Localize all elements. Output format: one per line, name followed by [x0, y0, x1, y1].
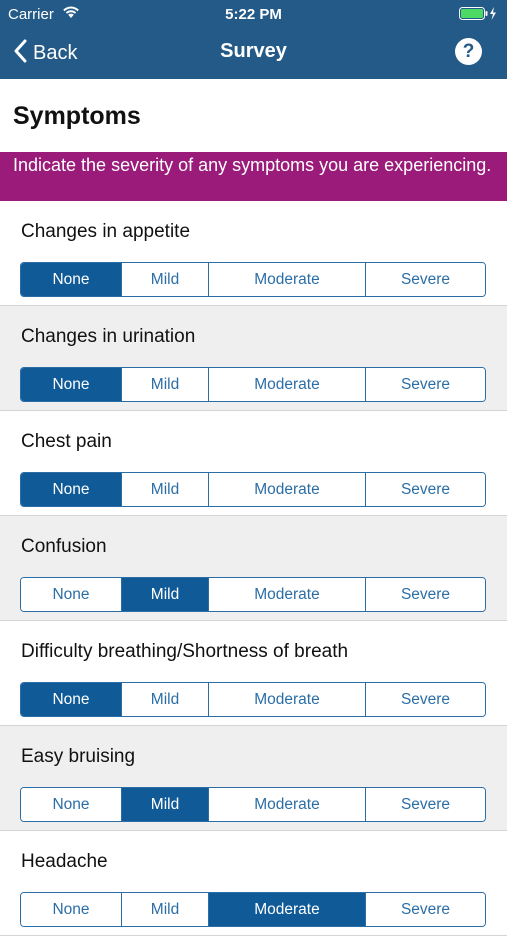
back-button[interactable]: Back — [14, 38, 77, 68]
severity-segmented-control: None Mild Moderate Severe — [20, 892, 486, 927]
symptom-item: Difficulty breathing/Shortness of breath… — [0, 621, 507, 726]
severity-option-none[interactable]: None — [21, 788, 122, 821]
bolt-icon — [490, 7, 496, 20]
severity-segmented-control: None Mild Moderate Severe — [20, 577, 486, 612]
symptom-item: Headache None Mild Moderate Severe — [0, 831, 507, 936]
symptom-item: Chest pain None Mild Moderate Severe — [0, 411, 507, 516]
symptom-item: Changes in urination None Mild Moderate Seve… — [0, 306, 507, 411]
severity-option-severe[interactable]: Severe — [366, 473, 485, 506]
severity-option-none[interactable]: None — [21, 263, 122, 296]
severity-segmented-control: None Mild Moderate Severe — [20, 367, 486, 402]
status-time: 5:22 PM — [225, 6, 282, 23]
severity-option-severe[interactable]: Severe — [366, 368, 485, 401]
severity-option-mild[interactable]: Mild — [122, 263, 209, 296]
severity-option-none[interactable]: None — [21, 683, 122, 716]
symptom-item: Easy bruising None Mild Moderate Severe — [0, 726, 507, 831]
severity-option-severe[interactable]: Severe — [366, 893, 485, 926]
symptom-label: Headache — [21, 851, 108, 872]
severity-option-moderate[interactable]: Moderate — [209, 263, 366, 296]
instruction-text: Indicate the severity of any symptoms yo… — [13, 155, 492, 175]
severity-option-mild[interactable]: Mild — [122, 683, 209, 716]
severity-option-none[interactable]: None — [21, 473, 122, 506]
chevron-left-icon — [14, 39, 27, 68]
severity-option-mild[interactable]: Mild — [122, 788, 209, 821]
severity-segmented-control: None Mild Moderate Severe — [20, 682, 486, 717]
severity-option-none[interactable]: None — [21, 368, 122, 401]
severity-option-moderate[interactable]: Moderate — [209, 788, 366, 821]
symptom-item: Changes in appetite None Mild Moderate Sever… — [0, 201, 507, 306]
severity-option-mild[interactable]: Mild — [122, 473, 209, 506]
severity-segmented-control: None Mild Moderate Severe — [20, 472, 486, 507]
navigation-bar: Back Survey ? — [0, 28, 507, 79]
section-header: Symptoms — [0, 79, 507, 152]
severity-option-mild[interactable]: Mild — [122, 578, 209, 611]
symptom-label: Easy bruising — [21, 746, 136, 767]
severity-segmented-control: None Mild Moderate Severe — [20, 787, 486, 822]
status-bar: Carrier 5:22 PM — [0, 0, 507, 28]
severity-option-mild[interactable]: Mild — [122, 893, 209, 926]
instruction-banner: Indicate the severity of any symptoms yo… — [0, 152, 507, 201]
severity-option-moderate[interactable]: Moderate — [209, 578, 366, 611]
question-circle-icon[interactable]: ? — [455, 38, 482, 65]
severity-option-moderate[interactable]: Moderate — [209, 893, 366, 926]
severity-option-severe[interactable]: Severe — [366, 578, 485, 611]
symptom-label: Changes in appetite — [21, 221, 191, 242]
symptom-list: Changes in appetite None Mild Moderate Sever… — [0, 201, 507, 936]
severity-option-none[interactable]: None — [21, 578, 122, 611]
symptom-label: Confusion — [21, 536, 107, 557]
top-bar: Carrier 5:22 PM Back Survey ? — [0, 0, 507, 79]
severity-option-moderate[interactable]: Moderate — [209, 368, 366, 401]
severity-option-moderate[interactable]: Moderate — [209, 683, 366, 716]
symptom-label: Changes in urination — [21, 326, 196, 347]
battery-icon — [459, 7, 496, 20]
severity-option-none[interactable]: None — [21, 893, 122, 926]
severity-segmented-control: None Mild Moderate Severe — [20, 262, 486, 297]
symptom-label: Difficulty breathing/Shortness of breath — [21, 641, 349, 662]
severity-option-severe[interactable]: Severe — [366, 263, 485, 296]
symptom-label: Chest pain — [21, 431, 112, 452]
severity-option-mild[interactable]: Mild — [122, 368, 209, 401]
section-title: Symptoms — [13, 102, 141, 130]
severity-option-severe[interactable]: Severe — [366, 683, 485, 716]
back-label: Back — [33, 41, 78, 64]
symptom-item: Confusion None Mild Moderate Severe — [0, 516, 507, 621]
severity-option-severe[interactable]: Severe — [366, 788, 485, 821]
severity-option-moderate[interactable]: Moderate — [209, 473, 366, 506]
